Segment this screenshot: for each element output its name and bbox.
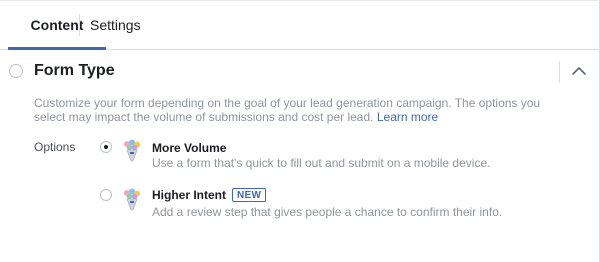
options-label: Options — [34, 140, 76, 154]
section-description: Customize your form depending on the goa… — [34, 96, 554, 124]
section-title: Form Type — [34, 62, 115, 79]
bouquet-icon — [124, 139, 140, 162]
higher-intent-title-row: Higher Intent NEW — [152, 188, 267, 202]
higher-intent-title: Higher Intent — [152, 188, 226, 202]
more-volume-title: More Volume — [152, 141, 227, 155]
learn-more-link[interactable]: Learn more — [377, 110, 438, 124]
tab-settings-label: Settings — [90, 16, 141, 33]
description-line-1: Customize your form depending on the goa… — [34, 96, 541, 110]
higher-intent-description: Add a review step that gives people a ch… — [152, 205, 503, 219]
header-divider — [559, 61, 560, 83]
description-line-2-text: select may impact the volume of submissi… — [34, 110, 374, 124]
chevron-up-icon — [572, 67, 586, 75]
section-status-circle — [9, 64, 23, 78]
tab-settings[interactable]: Settings — [90, 0, 141, 49]
new-badge: NEW — [232, 188, 267, 202]
higher-intent-radio[interactable] — [100, 189, 112, 201]
form-type-panel: Content Settings Form Type Customize you… — [0, 0, 600, 262]
tab-content-label: Content — [30, 16, 84, 33]
description-line-2: select may impact the volume of submissi… — [34, 110, 554, 124]
more-volume-radio[interactable] — [100, 141, 112, 153]
more-volume-description: Use a form that's quick to fill out and … — [152, 156, 491, 170]
bouquet-icon — [124, 188, 140, 211]
collapse-button[interactable] — [568, 60, 590, 82]
tab-bar: Content Settings — [0, 0, 599, 50]
tab-divider — [79, 14, 80, 36]
